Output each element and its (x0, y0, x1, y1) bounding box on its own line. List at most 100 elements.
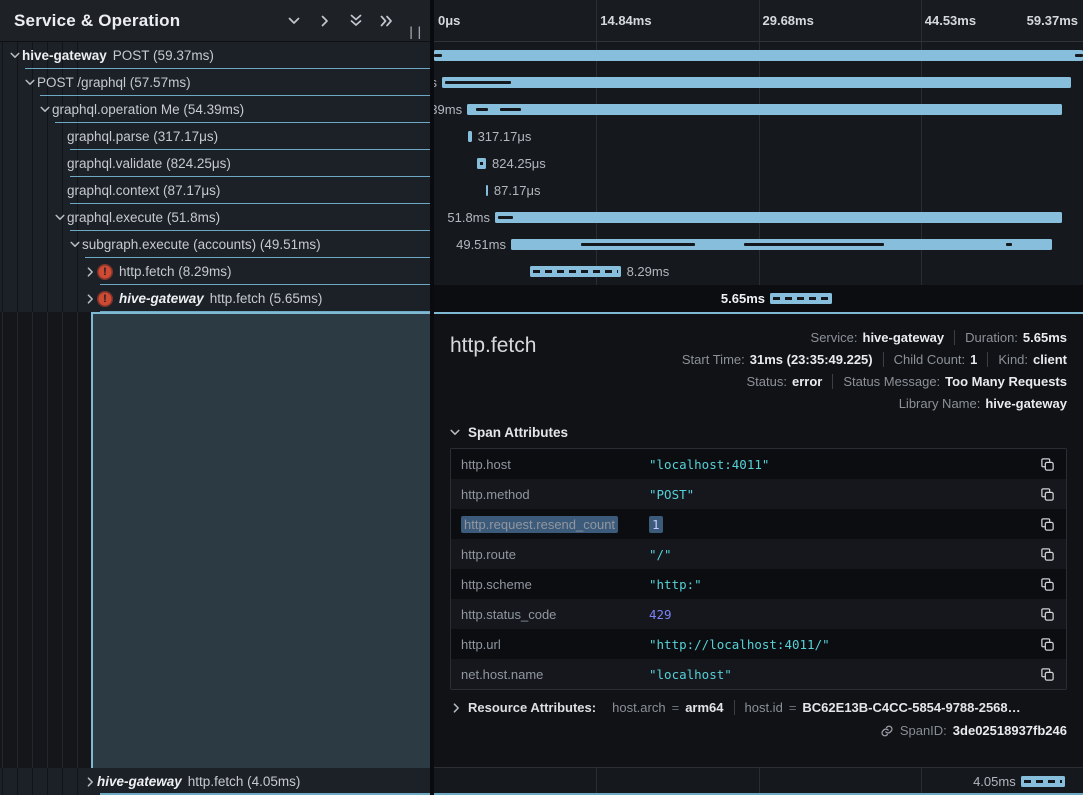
sub-span-dashes (533, 270, 618, 273)
chevron-right-icon[interactable] (83, 294, 97, 304)
tree-row[interactable]: hive-gatewayPOST (59.37ms) (0, 42, 430, 69)
tree-row[interactable]: subgraph.execute (accounts) (49.51ms) (0, 231, 430, 258)
span-bar[interactable] (511, 239, 1052, 250)
tree-row[interactable]: hive-gatewayhttp.fetch (4.05ms) (0, 768, 430, 795)
detail-meta: Service:hive-gatewayDuration:5.65msStart… (536, 326, 1067, 414)
span-bar[interactable] (468, 131, 472, 142)
meta-value: error (792, 374, 822, 389)
span-label: http.fetch (4.05ms) (188, 774, 301, 789)
tree-row[interactable]: graphql.operation Me (54.39ms) (0, 96, 430, 123)
timeline-row[interactable]: 57.57ms (434, 69, 1083, 96)
timeline-row[interactable]: 8.29ms (434, 258, 1083, 285)
meta-label: Duration: (965, 330, 1018, 345)
chevron-down-icon[interactable] (68, 241, 82, 248)
tree-row[interactable]: !http.fetch (8.29ms) (0, 258, 430, 285)
span-bar[interactable] (1021, 776, 1065, 787)
chevron-down-icon[interactable] (8, 52, 22, 59)
copy-button[interactable] (1038, 485, 1056, 503)
tree-row[interactable]: POST /graphql (57.57ms) (0, 69, 430, 96)
panel-resize-handle[interactable]: || (408, 25, 424, 39)
meta-pair: Service:hive-gateway (801, 330, 955, 345)
attr-row: http.status_code429 (451, 599, 1066, 629)
timeline-row[interactable]: 49.51ms (434, 231, 1083, 258)
span-label: http.fetch (5.65ms) (210, 291, 323, 306)
chevron-down-icon[interactable] (53, 214, 67, 221)
span-bar[interactable] (467, 104, 1062, 115)
span-bar[interactable] (434, 50, 1083, 61)
attr-value: "/" (649, 547, 1030, 562)
attr-value: "localhost:4011" (649, 457, 1030, 472)
attr-row: http.request.resend_count1 (451, 509, 1066, 539)
copy-button[interactable] (1038, 635, 1056, 653)
selected-text: http.request.resend_count (461, 516, 618, 533)
span-tree-panel: Service & Operation || hive-gatewayPOST … (0, 0, 430, 795)
tree-bottom-row: hive-gatewayhttp.fetch (4.05ms) (0, 768, 430, 795)
copy-button[interactable] (1038, 605, 1056, 623)
meta-pair: Start Time:31ms (23:35:49.225) (672, 352, 883, 367)
copy-button[interactable] (1038, 515, 1056, 533)
resource-attr-value: arm64 (685, 700, 723, 715)
resource-attributes-row[interactable]: Resource Attributes: host.arch=arm64host… (434, 690, 1083, 717)
ruler-tick-label: 14.84ms (600, 13, 651, 28)
chevron-right-icon[interactable] (83, 267, 97, 277)
span-bar[interactable] (770, 293, 832, 304)
span-detail-panel: http.fetch Service:hive-gatewayDuration:… (434, 312, 1083, 768)
span-id-row: SpanID: 3de02518937fb246 (434, 717, 1083, 738)
span-bar[interactable] (442, 77, 1071, 88)
link-icon[interactable] (880, 724, 894, 738)
timeline-row[interactable]: 4.05ms (434, 768, 1083, 795)
timeline-row[interactable]: 54.39ms (434, 96, 1083, 123)
span-bar[interactable] (530, 266, 621, 277)
timeline-row[interactable]: 51.8ms (434, 204, 1083, 231)
attr-value: "POST" (649, 487, 1030, 502)
tree-row[interactable]: graphql.validate (824.25μs) (0, 150, 430, 177)
resource-attr-key: host.arch (612, 700, 665, 715)
chevron-down-icon[interactable] (23, 79, 37, 86)
selected-span-block (91, 312, 430, 768)
meta-pair: Library Name:hive-gateway (889, 396, 1067, 411)
ruler-tick-label: 44.53ms (925, 13, 976, 28)
tree-row[interactable]: graphql.execute (51.8ms) (0, 204, 430, 231)
attr-key: http.method (461, 487, 649, 502)
meta-label: Status: (747, 374, 787, 389)
bar-duration-label: 87.17μs (494, 177, 541, 204)
copy-button[interactable] (1038, 665, 1056, 683)
tree-header-title: Service & Operation (14, 11, 180, 31)
span-tree: hive-gatewayPOST (59.37ms)POST /graphql … (0, 42, 430, 312)
chevron-right-icon[interactable] (318, 14, 332, 28)
timeline-row[interactable] (434, 42, 1083, 69)
meta-pair: Status: error (737, 374, 833, 389)
chevron-down-icon[interactable] (287, 14, 301, 28)
attr-value: "localhost" (649, 667, 1030, 682)
chevron-right-icon[interactable] (83, 777, 97, 787)
chevron-down-icon (450, 429, 460, 436)
self-time-segment (445, 81, 511, 84)
chevron-down-icon[interactable] (38, 106, 52, 113)
span-attributes-header[interactable]: Span Attributes (434, 414, 1083, 448)
copy-button[interactable] (1038, 545, 1056, 563)
indent-guide (62, 312, 63, 768)
span-bar[interactable] (477, 158, 486, 169)
double-chevron-right-icon[interactable] (380, 14, 394, 28)
grid-line (921, 0, 922, 41)
timeline-row[interactable]: 5.65ms (434, 285, 1083, 312)
span-bar[interactable] (495, 212, 1062, 223)
ruler-tick-label: 59.37ms (1027, 13, 1078, 28)
attr-row: http.url"http://localhost:4011/" (451, 629, 1066, 659)
tree-row[interactable]: graphql.context (87.17μs) (0, 177, 430, 204)
span-bar[interactable] (486, 185, 488, 196)
copy-button[interactable] (1038, 575, 1056, 593)
self-time-segment (581, 243, 695, 246)
tree-row[interactable]: !hive-gatewayhttp.fetch (5.65ms) (0, 285, 430, 312)
tree-row[interactable]: graphql.parse (317.17μs) (0, 123, 430, 150)
timeline-row[interactable]: 317.17μs (434, 123, 1083, 150)
double-chevron-down-icon[interactable] (349, 14, 363, 28)
self-time-segment (476, 108, 488, 111)
copy-icon (1040, 457, 1055, 472)
detail-meta-line: Service:hive-gatewayDuration:5.65ms (801, 326, 1067, 348)
timeline-row[interactable]: 824.25μs (434, 150, 1083, 177)
span-label: graphql.operation Me (54.39ms) (52, 102, 244, 117)
copy-button[interactable] (1038, 455, 1056, 473)
timeline-row[interactable]: 87.17μs (434, 177, 1083, 204)
detail-meta-line: Start Time:31ms (23:35:49.225)Child Coun… (672, 348, 1067, 370)
